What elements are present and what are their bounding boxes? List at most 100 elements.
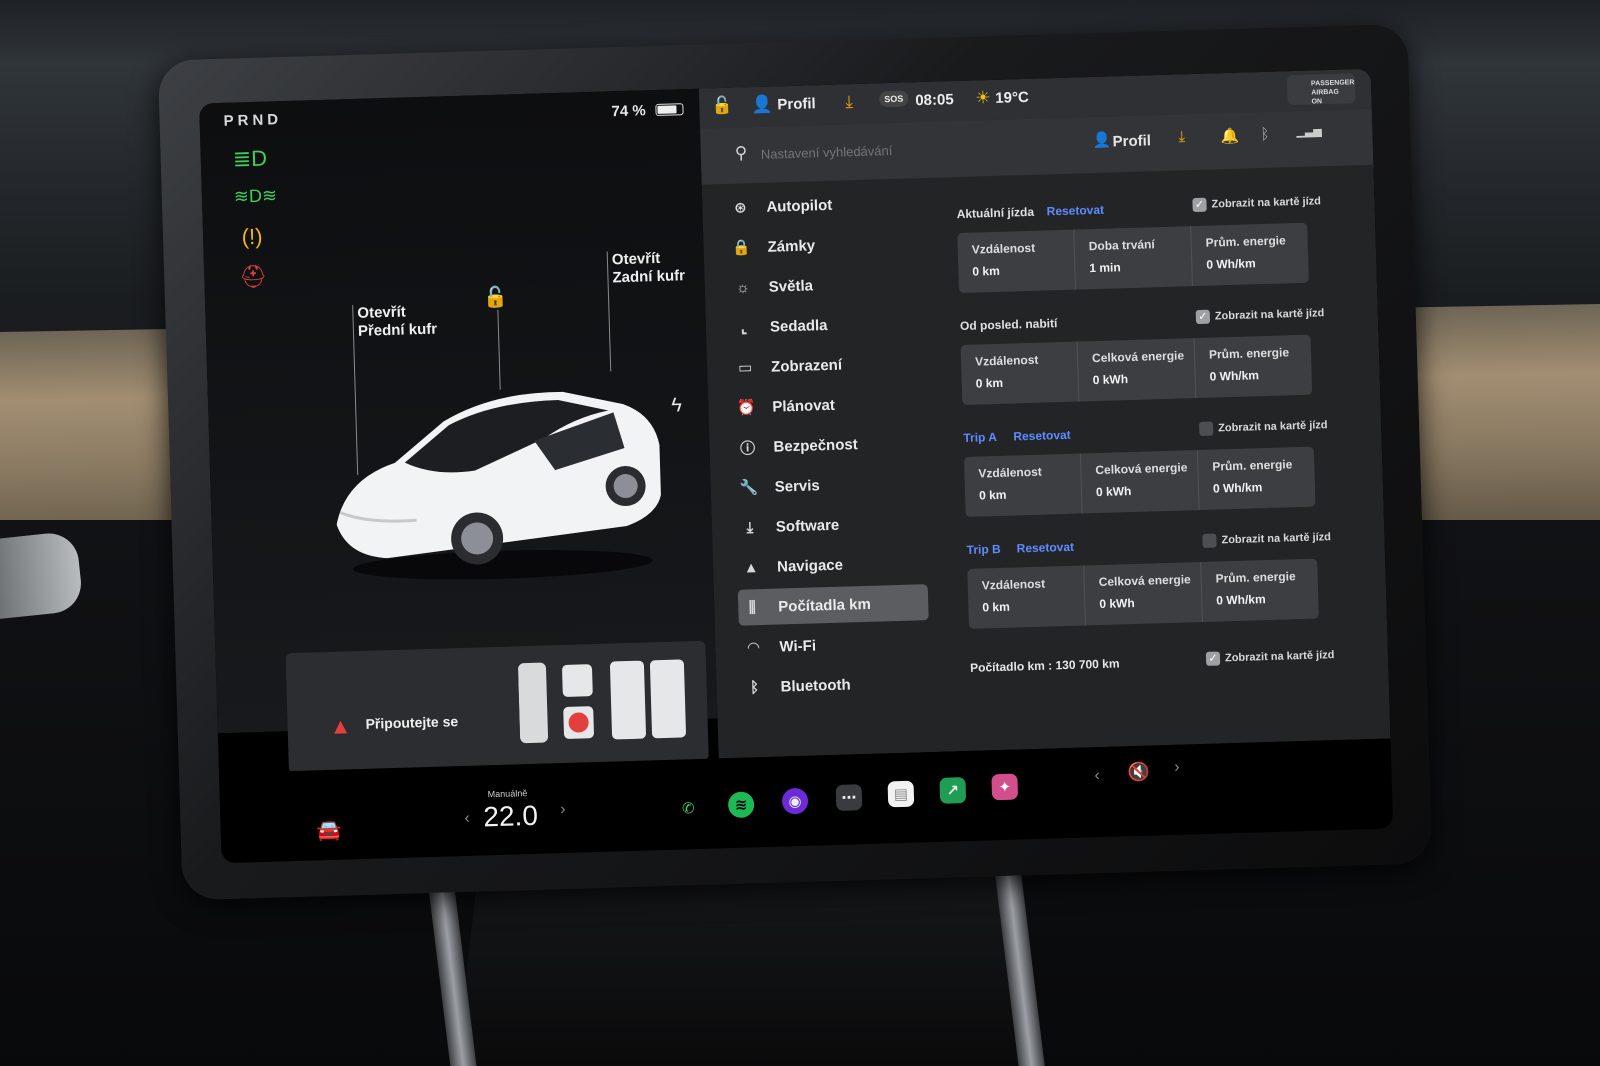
warning-icon: ▲ bbox=[329, 713, 352, 739]
menu-item-label: Servis bbox=[774, 476, 821, 496]
menu-item-z-mky[interactable]: 🔒 Zámky bbox=[727, 224, 918, 266]
car-status-panel: PRND ≣D ≋D≋ (!) ⛑ 74 % Otevřít Přední ku… bbox=[199, 88, 718, 774]
temp-down-chevron-icon[interactable]: ‹ bbox=[464, 810, 470, 828]
odometer-reading: Počítadlo km : 130 700 km bbox=[969, 656, 1120, 675]
download-icon[interactable]: ⤓ bbox=[1178, 128, 1185, 145]
unlock-icon[interactable]: 🔓 bbox=[483, 284, 509, 310]
airbag-line2: AIRBAG ON bbox=[1311, 88, 1339, 106]
trip-stat-value: 1 min bbox=[1089, 260, 1121, 276]
current-trip-reset[interactable]: Resetovat bbox=[1046, 203, 1104, 219]
rear-trunk-button[interactable]: Otevřít Zadní kufr bbox=[612, 249, 686, 287]
menu-item-label: Sedadla bbox=[769, 316, 828, 336]
temp-up-chevron-icon[interactable]: › bbox=[560, 801, 566, 819]
volume-left-chevron-icon[interactable]: ‹ bbox=[1094, 767, 1100, 785]
trip-b-show-checkbox[interactable]: Zobrazit na kartě jízd bbox=[1202, 530, 1331, 548]
rear-trunk-line2: Zadní kufr bbox=[612, 267, 686, 287]
trip-stat: Vzdálenost 0 km bbox=[967, 565, 1086, 629]
trip-b-card: Vzdálenost 0 km Celková energie 0 kWh Prům. … bbox=[967, 558, 1319, 629]
menu-item-label: Bezpečnost bbox=[773, 435, 858, 456]
trip-stat-label: Prům. energie bbox=[1215, 569, 1296, 586]
phone-icon[interactable]: ✆ bbox=[675, 795, 702, 822]
trip-stat-value: 0 Wh/km bbox=[1212, 480, 1263, 496]
spotify-icon[interactable]: ≋ bbox=[727, 791, 755, 819]
trip-a-reset[interactable]: Resetovat bbox=[1013, 428, 1071, 444]
menu-item-label: Zámky bbox=[767, 236, 816, 256]
notification-bell-icon[interactable]: 🔔 bbox=[1220, 127, 1239, 146]
menu-item-label: Wi-Fi bbox=[779, 636, 817, 656]
download-icon[interactable]: ⤓ bbox=[845, 92, 853, 112]
search-icon: ⚲ bbox=[734, 143, 748, 163]
low-beam-icon: ≣D bbox=[232, 145, 268, 172]
outside-temperature: 19°C bbox=[995, 88, 1030, 107]
menu-item-label: Počítadla km bbox=[778, 595, 872, 616]
trip-stat: Prům. energie 0 Wh/km bbox=[1191, 223, 1309, 286]
menu-item-navigace[interactable]: ▲ Navigace bbox=[737, 544, 928, 586]
alarm-clock-icon: ⏰ bbox=[736, 399, 756, 417]
odometer-show-checkbox[interactable]: ✓ Zobrazit na kartě jízd bbox=[1205, 648, 1335, 666]
trip-stat-label: Vzdálenost bbox=[971, 240, 1036, 257]
menu-item-servis[interactable]: 🔧 Servis bbox=[734, 464, 925, 506]
lock-icon[interactable]: 🔓 bbox=[711, 96, 733, 117]
menu-item-sedadla[interactable]: ⌞ Sedadla bbox=[729, 304, 920, 346]
more-icon[interactable]: ⋯ bbox=[835, 784, 863, 811]
trip-stat: Prům. energie 0 Wh/km bbox=[1195, 335, 1313, 398]
climate-mode: Manuálně bbox=[487, 788, 528, 800]
rear-trunk-leader bbox=[606, 251, 612, 372]
trip-a-show-checkbox[interactable]: Zobrazit na kartě jízd bbox=[1198, 418, 1328, 436]
photo-scene: PRND ≣D ≋D≋ (!) ⛑ 74 % Otevřít Přední ku… bbox=[0, 0, 1600, 1066]
clock: 08:05 bbox=[915, 91, 954, 110]
menu-item-autopilot[interactable]: ⊛ Autopilot bbox=[726, 184, 917, 226]
battery-percent: 74 % bbox=[611, 102, 646, 121]
light-icon: ☼ bbox=[735, 278, 750, 297]
notes-icon[interactable]: ▤ bbox=[887, 780, 915, 808]
menu-item-sv-tla[interactable]: ☼ Světla bbox=[728, 264, 919, 306]
trip-stat: Celková energie 0 kWh bbox=[1080, 450, 1200, 514]
touchscreen: PRND ≣D ≋D≋ (!) ⛑ 74 % Otevřít Přední ku… bbox=[199, 68, 1394, 864]
car-icon[interactable]: 🚘 bbox=[316, 818, 342, 844]
menu-item-bezpe-nost[interactable]: ⓘ Bezpečnost bbox=[733, 424, 924, 466]
trips-content: Aktuální jízda Resetovat ✓ Zobrazit na ka… bbox=[942, 165, 1379, 751]
trip-a-card: Vzdálenost 0 km Celková energie 0 kWh Prům. … bbox=[963, 446, 1316, 517]
trip-stat: Prům. energie 0 Wh/km bbox=[1201, 559, 1319, 622]
seat-occupancy-diagram bbox=[518, 659, 686, 744]
menu-item-wi-fi[interactable]: ◠ Wi-Fi bbox=[739, 624, 930, 666]
battery-icon bbox=[655, 103, 684, 116]
profile-link[interactable]: Profil bbox=[1112, 132, 1151, 150]
trip-stat: Vzdálenost 0 km bbox=[957, 229, 1077, 294]
navigation-icon: ▲ bbox=[743, 558, 759, 577]
profile-icon[interactable]: 👤 bbox=[751, 95, 773, 116]
settings-menu: ⊛ Autopilot 🔒 Zámky ☼ Světla ⌞ Sedadla ▭ Zobrazen… bbox=[702, 178, 949, 759]
menu-item-software[interactable]: ⤓ Software bbox=[735, 504, 926, 546]
stocks-icon[interactable]: ↗ bbox=[939, 777, 967, 804]
profile-icon[interactable]: 👤 bbox=[1092, 130, 1111, 149]
rear-trunk-line1: Otevřít bbox=[611, 249, 661, 269]
front-trunk-button[interactable]: Otevřít Přední kufr bbox=[357, 303, 437, 341]
screen-stand bbox=[455, 870, 1045, 1066]
trip-stat-label: Prům. energie bbox=[1205, 233, 1286, 250]
checkbox-icon: ✓ bbox=[1195, 309, 1211, 325]
trip-stat: Celková energie 0 kWh bbox=[1077, 338, 1197, 402]
charge-port-icon[interactable]: ϟ bbox=[671, 394, 682, 417]
menu-item-pl-novat[interactable]: ⏰ Plánovat bbox=[732, 384, 923, 426]
menu-item-zobrazen-[interactable]: ▭ Zobrazení bbox=[731, 344, 922, 386]
since-charge-show-checkbox[interactable]: ✓ Zobrazit na kartě jízd bbox=[1195, 306, 1325, 325]
trip-b-reset[interactable]: Resetovat bbox=[1016, 540, 1074, 556]
trip-stat-value: 0 km bbox=[975, 375, 1004, 391]
menu-item-po-tadla-km[interactable]: ⫼ Počítadla km bbox=[737, 584, 929, 626]
bluetooth-icon[interactable]: ᛒ bbox=[1260, 126, 1270, 143]
volume-right-chevron-icon[interactable]: › bbox=[1174, 759, 1180, 777]
menu-item-bluetooth[interactable]: ᛒ Bluetooth bbox=[740, 664, 931, 706]
search-input[interactable] bbox=[760, 129, 1082, 169]
sos-button[interactable]: SOS bbox=[879, 90, 909, 108]
profile-button[interactable]: Profil bbox=[777, 95, 816, 113]
cabin-temperature[interactable]: 22.0 bbox=[483, 800, 538, 834]
steering-wheel-icon: ⊛ bbox=[733, 199, 747, 217]
mute-icon[interactable]: 🔇 bbox=[1127, 762, 1150, 784]
arcade-icon[interactable]: ✦ bbox=[991, 773, 1019, 801]
current-trip-show-checkbox[interactable]: ✓ Zobrazit na kartě jízd bbox=[1192, 194, 1321, 213]
fog-light-icon: ≋D≋ bbox=[233, 185, 278, 207]
camera-icon[interactable]: ◉ bbox=[781, 787, 809, 815]
trip-stat-value: 0 Wh/km bbox=[1209, 368, 1260, 384]
trip-stat-label: Celková energie bbox=[1091, 348, 1185, 366]
checkbox-label: Zobrazit na kartě jízd bbox=[1214, 307, 1325, 323]
